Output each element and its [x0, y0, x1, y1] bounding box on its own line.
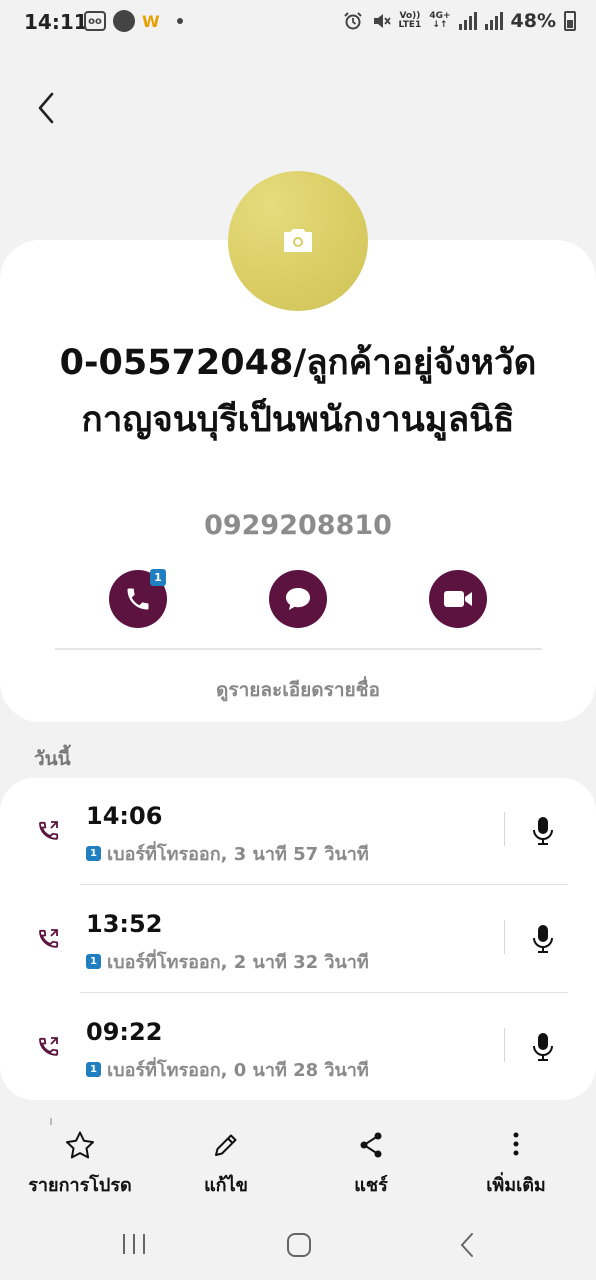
call-time: 13:52	[86, 910, 163, 938]
home-button[interactable]	[286, 1232, 312, 1262]
call-time: 14:06	[86, 802, 163, 830]
system-back-button[interactable]	[458, 1232, 478, 1262]
lte-label: LTE1	[398, 20, 422, 30]
app-notification-icon	[113, 10, 135, 32]
w-app-icon: W	[142, 11, 160, 31]
recent-apps-button[interactable]	[120, 1232, 148, 1260]
back-button[interactable]	[30, 88, 64, 128]
sim-badge: 1	[150, 569, 166, 586]
contact-phone-number: 0929208810	[204, 510, 392, 541]
share-label: แชร์	[354, 1175, 388, 1196]
signal-icon-1	[458, 12, 477, 30]
home-icon	[287, 1233, 311, 1257]
favorite-label: รายการโปรด	[28, 1175, 132, 1196]
star-icon	[66, 1131, 94, 1159]
voicemail-icon: oo	[84, 11, 106, 31]
favorite-button[interactable]: รายการโปรด	[10, 1130, 150, 1199]
system-icons: Vo)) LTE1 4G+ ↓↑ 48%	[343, 10, 576, 32]
call-type-duration: เบอร์ที่โทรออก, 2 นาที 32 วินาที	[107, 952, 369, 973]
more-button[interactable]: เพิ่มเติม	[446, 1130, 586, 1199]
card-divider	[55, 648, 542, 650]
camera-icon	[284, 229, 312, 252]
vertical-divider	[504, 812, 505, 846]
more-vertical-icon	[513, 1132, 519, 1156]
video-call-button[interactable]	[429, 570, 487, 628]
outgoing-call-icon	[39, 821, 59, 840]
call-history-list: 14:06 1 เบอร์ที่โทรออก, 3 นาที 57 วินาที…	[0, 778, 596, 1100]
call-details: 1 เบอร์ที่โทรออก, 2 นาที 32 วินาที	[86, 947, 369, 976]
edit-label: แก้ไข	[204, 1175, 248, 1196]
view-contact-details-link[interactable]: ดูรายละเอียดรายชื่อ	[0, 675, 596, 705]
status-time: 14:11	[24, 10, 88, 34]
recent-apps-icon	[123, 1234, 145, 1254]
call-time: 09:22	[86, 1018, 163, 1046]
microphone-icon[interactable]	[530, 923, 556, 955]
data-arrows-icon: ↓↑	[432, 20, 448, 30]
sim-badge: 1	[86, 954, 101, 969]
back-chevron-icon	[460, 1233, 473, 1257]
vertical-divider	[504, 1028, 505, 1062]
video-camera-icon	[444, 591, 472, 607]
battery-percent: 48%	[510, 10, 556, 32]
message-bubble-icon	[286, 588, 310, 610]
call-details: 1 เบอร์ที่โทรออก, 0 นาที 28 วินาที	[86, 1055, 369, 1084]
contact-avatar[interactable]	[228, 171, 368, 311]
bottom-toolbar: รายการโปรด แก้ไข แชร์ เพิ่มเติม	[0, 1130, 596, 1210]
edit-button[interactable]: แก้ไข	[156, 1130, 296, 1199]
call-log-row[interactable]: 09:22 1 เบอร์ที่โทรออก, 0 นาที 28 วินาที	[0, 994, 596, 1102]
system-navigation-bar	[0, 1210, 596, 1280]
phone-icon	[127, 588, 149, 610]
outgoing-call-icon	[39, 929, 59, 948]
outgoing-call-icon	[39, 1037, 59, 1056]
notification-icons: oo W	[84, 10, 183, 32]
microphone-icon[interactable]	[530, 1031, 556, 1063]
share-icon	[360, 1132, 382, 1158]
back-arrow-icon	[38, 92, 54, 124]
call-details: 1 เบอร์ที่โทรออก, 3 นาที 57 วินาที	[86, 839, 369, 868]
share-button[interactable]: แชร์	[301, 1130, 441, 1199]
volte-indicator: Vo)) LTE1	[399, 12, 422, 30]
call-log-row[interactable]: 14:06 1 เบอร์ที่โทรออก, 3 นาที 57 วินาที	[0, 778, 596, 886]
row-divider	[80, 992, 568, 993]
sim-badge: 1	[86, 846, 101, 861]
contact-name: 0-05572048/ลูกค้าอยู่จังหวัดกาญจนบุรีเป็…	[59, 343, 537, 440]
section-label-today: วันนี้	[34, 748, 71, 770]
mute-icon	[373, 14, 391, 28]
call-type-duration: เบอร์ที่โทรออก, 0 นาที 28 วินาที	[107, 1060, 369, 1081]
sim-badge: 1	[86, 1062, 101, 1077]
signal-icon-2	[484, 12, 503, 30]
more-notifications-icon	[176, 18, 183, 24]
network-indicator: 4G+ ↓↑	[429, 12, 450, 30]
call-type-duration: เบอร์ที่โทรออก, 3 นาที 57 วินาที	[107, 844, 369, 865]
scroll-hint-mark	[50, 1118, 52, 1125]
message-button[interactable]	[269, 570, 327, 628]
alarm-icon	[343, 12, 362, 30]
pencil-icon	[215, 1134, 237, 1156]
microphone-icon[interactable]	[530, 815, 556, 847]
battery-icon	[564, 11, 576, 31]
status-bar: 14:11 oo W Vo)) LTE1 4G+ ↓↑ 48%	[0, 0, 596, 46]
vertical-divider	[504, 920, 505, 954]
call-log-row[interactable]: 13:52 1 เบอร์ที่โทรออก, 2 นาที 32 วินาที	[0, 886, 596, 994]
row-divider	[80, 884, 568, 885]
more-label: เพิ่มเติม	[486, 1175, 546, 1196]
